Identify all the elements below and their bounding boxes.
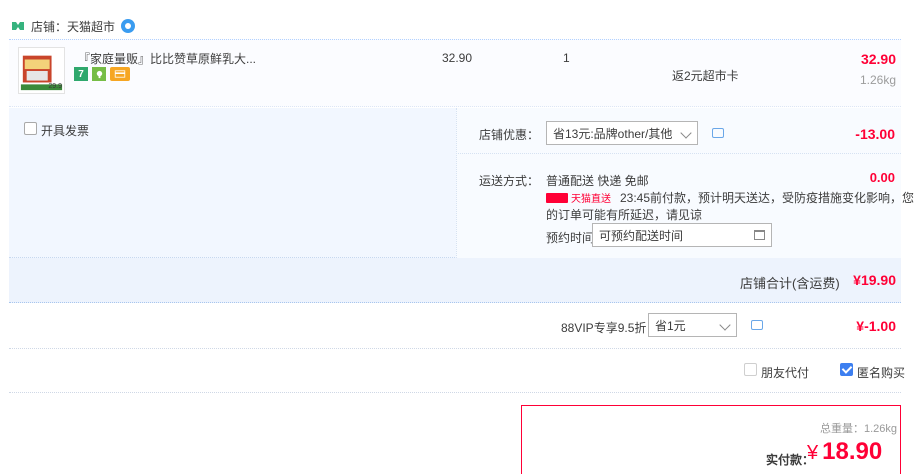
- shop-header: 店铺： 天猫超市: [0, 14, 136, 38]
- shipping-note: 23:45前付款，预计明天送达，受防疫措施变化影响，您: [620, 191, 915, 205]
- divider: [9, 392, 901, 393]
- total-weight: 总重量：1.26kg: [819, 423, 897, 435]
- anonymous-label[interactable]: 匿名购买: [857, 364, 905, 381]
- shop-name-link[interactable]: 天猫超市: [67, 18, 115, 35]
- chat-icon[interactable]: [121, 19, 136, 33]
- shipping-method: 普通配送 快递 免邮: [546, 174, 649, 188]
- item-subtotal: 32.90: [860, 51, 896, 67]
- store-promo-select[interactable]: 省13元:品牌other/其他: [546, 121, 698, 145]
- currency-symbol: ¥: [807, 442, 819, 464]
- store-promo-label: 店铺优惠：: [479, 128, 540, 142]
- appointment-time-placeholder: 可预约配送时间: [599, 228, 684, 243]
- friend-pay-label[interactable]: 朋友代付: [761, 364, 809, 381]
- tmall-direct-logo: 天猫直送: [546, 190, 611, 205]
- friend-pay-checkbox[interactable]: [744, 363, 757, 376]
- shop-icon: [12, 22, 24, 30]
- divider: [9, 348, 901, 349]
- tmall-icon: [546, 192, 568, 203]
- payment-value: ¥ 18.90: [807, 438, 882, 466]
- calendar-icon[interactable]: [754, 230, 765, 240]
- seven-day-return-icon[interactable]: 7: [74, 67, 88, 81]
- vip-discount-label: 88VIP专享9.5折: [561, 321, 647, 335]
- chevron-down-icon: [680, 127, 692, 139]
- store-promo-amount: -13.00: [855, 126, 895, 142]
- item-title-link[interactable]: 『家庭量贩』比比赞草原鲜乳大...: [78, 50, 256, 67]
- appointment-label: 预约时间: [546, 231, 595, 245]
- store-total-value: ¥19.90: [853, 272, 896, 288]
- vip-discount-amount: ¥-1.00: [856, 318, 896, 334]
- store-promo-value: 省13元:品牌other/其他: [553, 126, 673, 141]
- invoice-label[interactable]: 开具发票: [41, 122, 89, 139]
- shipping-amount: 0.00: [869, 170, 895, 185]
- vip-discount-value: 省1元: [655, 318, 686, 333]
- anonymous-checkbox[interactable]: [840, 363, 853, 376]
- guarantee-icon[interactable]: [92, 67, 106, 81]
- service-badges: 7: [74, 67, 130, 81]
- quantity: 1: [563, 51, 570, 65]
- cashback-note: 返2元超市卡: [672, 69, 739, 83]
- invoice-checkbox[interactable]: [24, 122, 37, 135]
- store-total-label: 店铺合计(含运费): [740, 276, 840, 291]
- divider: [456, 153, 901, 154]
- vip-discount-select[interactable]: 省1元: [648, 313, 737, 337]
- message-icon[interactable]: [751, 320, 763, 330]
- shipping-note-continued: 的订单可能有所延迟，请见谅: [546, 208, 703, 222]
- card-icon[interactable]: [110, 67, 130, 81]
- payment-amount: 18.90: [822, 438, 883, 465]
- shop-label: 店铺：: [31, 19, 68, 34]
- appointment-time-input[interactable]: 可预约配送时间: [592, 223, 772, 247]
- chevron-down-icon: [719, 319, 731, 331]
- product-thumbnail[interactable]: 29.9: [18, 47, 65, 94]
- tmall-direct-text: 天猫直送: [571, 194, 611, 205]
- unit-price: 32.90: [442, 51, 473, 65]
- item-weight: 1.26kg: [859, 73, 896, 87]
- message-icon[interactable]: [712, 128, 724, 138]
- thumb-price: 29.9: [48, 83, 62, 90]
- shipping-label: 运送方式：: [479, 174, 540, 188]
